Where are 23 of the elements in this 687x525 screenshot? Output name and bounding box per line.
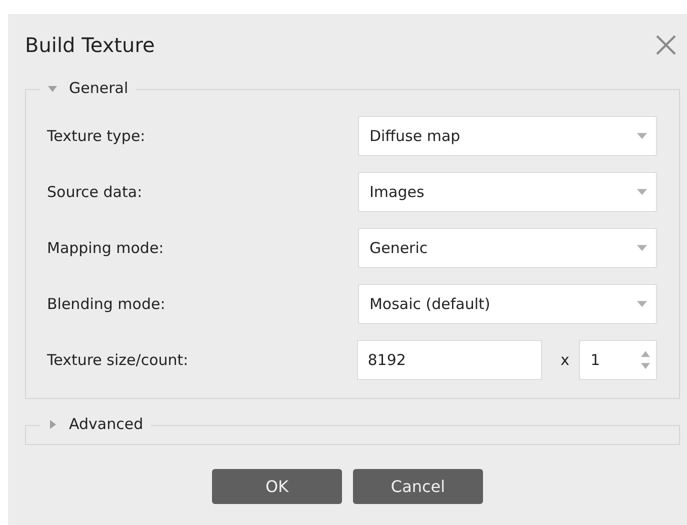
field-label: Texture type: — [47, 127, 146, 145]
dropdown[interactable]: Diffuse map — [358, 116, 657, 156]
spin-arrows-icon[interactable] — [641, 350, 650, 370]
caret-icon — [637, 301, 647, 307]
field-label: Blending mode: — [47, 295, 166, 313]
dropdown[interactable]: Mosaic (default) — [358, 284, 657, 324]
expand-triangle-icon — [48, 420, 57, 428]
size-input[interactable]: 8192 — [356, 340, 542, 380]
field-label: Mapping mode: — [47, 239, 165, 257]
caret-icon — [637, 189, 647, 195]
dropdown[interactable]: Images — [358, 172, 657, 212]
caret-icon — [637, 245, 647, 251]
count-spinbox[interactable]: 1 — [579, 340, 657, 380]
field-label: Source data: — [47, 183, 144, 201]
collapse-triangle-icon — [48, 84, 57, 92]
dropdown[interactable]: Generic — [358, 228, 657, 268]
field-label: Texture size/count: — [47, 351, 190, 369]
separator-text: x — [560, 351, 570, 369]
window-title: Build Texture — [25, 33, 155, 57]
caret-icon — [637, 133, 647, 139]
dialog-button[interactable]: Cancel — [353, 469, 483, 504]
dialog-button[interactable]: OK — [212, 469, 342, 504]
close-icon[interactable] — [655, 34, 677, 56]
